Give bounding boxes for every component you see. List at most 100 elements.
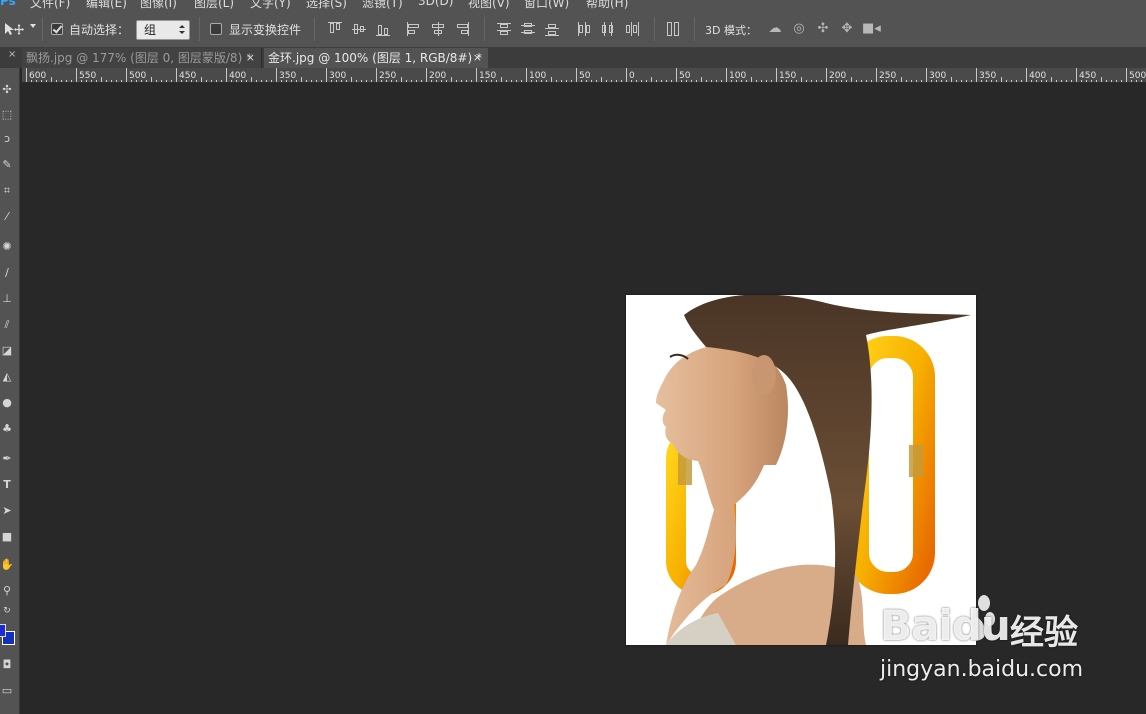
3d-slide-icon[interactable]: ✥ bbox=[838, 21, 856, 37]
ruler-label: 250 bbox=[379, 71, 396, 81]
ruler-label: 150 bbox=[479, 71, 496, 81]
dodge-tool-icon[interactable]: ♣ bbox=[0, 422, 14, 436]
menu-bar: Ps 文件(F) 编辑(E) 图像(I) 图层(L) 文字(Y) 选择(S) 滤… bbox=[0, 0, 1146, 9]
clone-stamp-tool-icon[interactable]: ⊥ bbox=[0, 292, 14, 306]
watermark-jingyan: 经验 bbox=[1010, 613, 1078, 653]
chevron-down-icon bbox=[30, 24, 36, 28]
show-transform-checkbox[interactable] bbox=[210, 23, 222, 35]
options-bar: 自动选择： 组 显示变换控件 3D 模式： ☁ ◎ ✣ ✥ ■◂ bbox=[0, 9, 1146, 48]
ruler-label: 400 bbox=[229, 71, 246, 81]
ruler-scale: 600 550 500 450 400 350 300 250 200 150 100 50 0 50 10… bbox=[26, 68, 1146, 82]
baidu-jingyan-watermark: Baidu 经验 jingyan.baidu.com bbox=[878, 589, 1098, 695]
3d-mode-label: 3D 模式： bbox=[705, 24, 757, 37]
align-right-icon[interactable] bbox=[454, 21, 470, 37]
photoshop-window: Ps 文件(F) 编辑(E) 图像(I) 图层(L) 文字(Y) 选择(S) 滤… bbox=[0, 0, 1146, 714]
tool-preset-picker[interactable] bbox=[3, 21, 39, 37]
ruler-label: 200 bbox=[829, 71, 846, 81]
3d-roll-icon[interactable]: ◎ bbox=[790, 21, 808, 37]
ruler-label: 100 bbox=[529, 71, 546, 81]
menu-layer[interactable]: 图层(L) bbox=[194, 0, 234, 9]
watermark-url: jingyan.baidu.com bbox=[880, 657, 1084, 682]
distribute-bottom-icon[interactable] bbox=[544, 21, 560, 37]
ruler-label: 100 bbox=[729, 71, 746, 81]
menu-image[interactable]: 图像(I) bbox=[140, 0, 177, 9]
menu-filter[interactable]: 滤镜(T) bbox=[362, 0, 403, 9]
menu-file[interactable]: 文件(F) bbox=[30, 0, 70, 9]
ruler-label: 200 bbox=[429, 71, 446, 81]
align-left-icon[interactable] bbox=[406, 21, 422, 37]
ruler-label: 250 bbox=[879, 71, 896, 81]
zoom-tool-icon[interactable]: ⚲ bbox=[0, 584, 14, 598]
tab-piaoyang[interactable]: 飘扬.jpg @ 177% (图层 0, 图层蒙版/8) * × bbox=[22, 48, 262, 68]
healing-brush-tool-icon[interactable]: ✺ bbox=[0, 240, 14, 254]
ruler-label: 550 bbox=[79, 71, 96, 81]
blur-tool-icon[interactable]: ● bbox=[0, 396, 14, 410]
hand-tool-icon[interactable]: ✋ bbox=[0, 558, 14, 572]
align-top-icon[interactable] bbox=[327, 21, 343, 37]
updown-arrows-icon bbox=[179, 25, 185, 35]
menu-window[interactable]: 窗口(W) bbox=[524, 0, 569, 9]
menu-3d[interactable]: 3D(D) bbox=[418, 0, 453, 8]
ruler-label: 50 bbox=[679, 71, 691, 81]
ruler-label: 450 bbox=[1079, 71, 1096, 81]
divider bbox=[484, 17, 485, 41]
3d-scale-icon[interactable]: ■◂ bbox=[862, 21, 881, 37]
history-brush-tool-icon[interactable]: ⫽ bbox=[0, 318, 14, 332]
foreground-color-swatch[interactable] bbox=[0, 624, 6, 637]
ruler-label: 350 bbox=[279, 71, 296, 81]
eyedropper-tool-icon[interactable]: ⁄ bbox=[0, 210, 14, 224]
close-icon[interactable]: × bbox=[246, 48, 255, 68]
auto-select-value: 组 bbox=[144, 23, 157, 37]
divider bbox=[42, 17, 43, 41]
ruler-label: 150 bbox=[779, 71, 796, 81]
path-select-tool-icon[interactable]: ➤ bbox=[0, 504, 14, 518]
auto-align-layers-icon[interactable] bbox=[665, 21, 681, 37]
auto-select-dropdown[interactable]: 组 bbox=[136, 20, 190, 40]
app-logo-icon: Ps bbox=[0, 0, 16, 8]
menu-view[interactable]: 视图(V) bbox=[468, 0, 510, 9]
align-horizontal-center-icon[interactable] bbox=[430, 21, 446, 37]
close-icon[interactable]: × bbox=[473, 48, 482, 68]
distribute-left-icon[interactable] bbox=[576, 21, 592, 37]
ruler-label: 400 bbox=[1029, 71, 1046, 81]
align-vertical-center-icon[interactable] bbox=[351, 21, 367, 37]
menu-edit[interactable]: 编辑(E) bbox=[86, 0, 127, 9]
swap-colors-icon[interactable]: ↻ bbox=[0, 604, 14, 618]
show-transform-label: 显示变换控件 bbox=[229, 23, 302, 37]
marquee-tool-icon[interactable]: ⬚ bbox=[0, 108, 14, 122]
ruler-label: 0 bbox=[629, 71, 635, 81]
close-icon[interactable]: × bbox=[8, 49, 16, 60]
photo-composite bbox=[626, 295, 976, 645]
menu-select[interactable]: 选择(S) bbox=[306, 0, 347, 9]
brush-tool-icon[interactable]: ∕ bbox=[0, 266, 14, 280]
distribute-right-icon[interactable] bbox=[624, 21, 640, 37]
3d-orbit-icon[interactable]: ☁ bbox=[766, 21, 784, 37]
toolbox: ✣ ⬚ ↄ ✎ ⌗ ⁄ ✺ ∕ ⊥ ⫽ ◪ ◭ ● ♣ ✒ T ➤ ■ ✋ ⚲ … bbox=[0, 68, 20, 714]
divider bbox=[199, 17, 200, 41]
ruler-label: 350 bbox=[979, 71, 996, 81]
quick-select-tool-icon[interactable]: ✎ bbox=[0, 158, 14, 172]
move-tool-icon[interactable]: ✣ bbox=[0, 83, 14, 97]
menu-help[interactable]: 帮助(H) bbox=[586, 0, 628, 9]
distribute-horizontal-center-icon[interactable] bbox=[600, 21, 616, 37]
screen-mode-icon[interactable]: ▭ bbox=[0, 684, 14, 698]
shape-tool-icon[interactable]: ■ bbox=[0, 530, 14, 544]
crop-tool-icon[interactable]: ⌗ bbox=[0, 184, 14, 198]
eraser-tool-icon[interactable]: ◪ bbox=[0, 344, 14, 358]
menu-type[interactable]: 文字(Y) bbox=[250, 0, 291, 9]
type-tool-icon[interactable]: T bbox=[0, 478, 14, 492]
horizontal-ruler[interactable]: 600 550 500 450 400 350 300 250 200 150 100 50 0 50 10… bbox=[22, 68, 1146, 83]
auto-select-checkbox[interactable] bbox=[51, 23, 63, 35]
distribute-top-icon[interactable] bbox=[496, 21, 512, 37]
tab-jinhuan[interactable]: 金环.jpg @ 100% (图层 1, RGB/8#) * × bbox=[264, 48, 488, 68]
lasso-tool-icon[interactable]: ↄ bbox=[0, 132, 14, 146]
3d-pan-icon[interactable]: ✣ bbox=[814, 21, 832, 37]
ruler-label: 500 bbox=[1129, 71, 1146, 81]
paint-bucket-tool-icon[interactable]: ◭ bbox=[0, 370, 14, 384]
distribute-vertical-center-icon[interactable] bbox=[520, 21, 536, 37]
tab-label: 金环.jpg @ 100% (图层 1, RGB/8#) * bbox=[268, 51, 482, 65]
quick-mask-icon[interactable]: ◘ bbox=[0, 658, 14, 672]
align-bottom-icon[interactable] bbox=[375, 21, 391, 37]
document-canvas[interactable] bbox=[626, 295, 976, 645]
pen-tool-icon[interactable]: ✒ bbox=[0, 452, 14, 466]
